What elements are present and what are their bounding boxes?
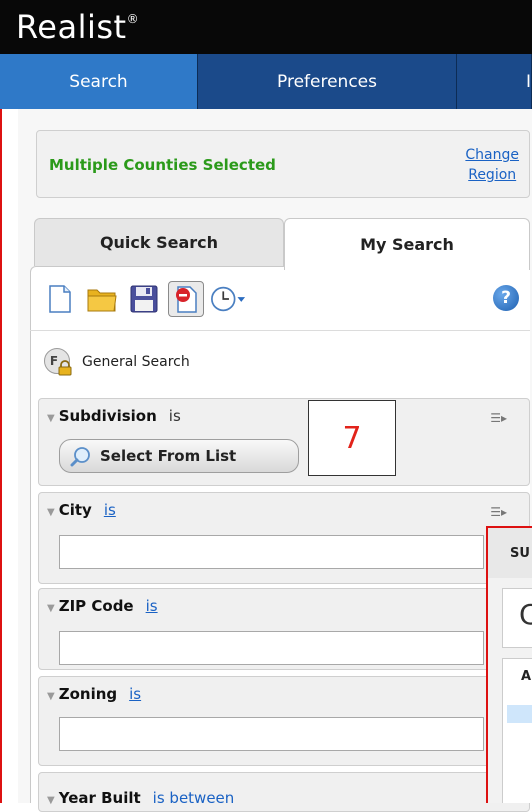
criterion-operator-link[interactable]: is xyxy=(104,501,116,519)
registered-mark: ® xyxy=(126,12,140,26)
criterion-header[interactable]: ▼ Year Built is between xyxy=(47,789,234,807)
locked-field-icon: F xyxy=(42,346,76,378)
criterion-operator-link[interactable]: is xyxy=(129,685,141,703)
main-nav: Search Preferences I xyxy=(0,54,532,109)
tab-next-truncated[interactable]: I xyxy=(457,54,532,109)
criterion-header[interactable]: ▼ City is xyxy=(47,501,116,519)
toolbar-divider xyxy=(30,330,530,331)
criterion-header[interactable]: ▼ Zoning is xyxy=(47,685,141,703)
popup-list-header: A xyxy=(521,669,532,684)
criterion-operator-link[interactable]: is between xyxy=(153,789,235,807)
region-title: Multiple Counties Selected xyxy=(49,156,276,174)
criterion-operator-link[interactable]: is xyxy=(146,597,158,615)
tab-preferences[interactable]: Preferences xyxy=(198,54,457,109)
criterion-header[interactable]: ▼ ZIP Code is xyxy=(47,597,158,615)
criterion-name: Year Built xyxy=(58,789,141,807)
popup-list: A xyxy=(502,658,532,803)
city-input[interactable] xyxy=(59,535,484,569)
collapse-triangle-icon[interactable]: ▼ xyxy=(47,413,55,424)
change-region-line1: Change xyxy=(465,147,519,163)
collapse-triangle-icon[interactable]: ▼ xyxy=(47,691,55,702)
collapse-triangle-icon[interactable]: ▼ xyxy=(47,507,55,518)
region-box: Multiple Counties Selected Change Region xyxy=(36,130,530,198)
zoning-input[interactable] xyxy=(59,717,484,751)
magnifier-icon xyxy=(70,447,90,467)
criterion-name: ZIP Code xyxy=(58,597,134,615)
tab-search[interactable]: Search xyxy=(0,54,198,109)
save-icon[interactable] xyxy=(126,281,162,317)
tab-quick-search[interactable]: Quick Search xyxy=(34,218,284,266)
app-brand-name: Realist xyxy=(16,8,127,46)
history-clock-icon[interactable] xyxy=(210,281,246,317)
criterion-year-built: ▼ Year Built is between xyxy=(38,772,530,812)
criterion-name: Subdivision xyxy=(58,407,157,425)
collapse-triangle-icon[interactable]: ▼ xyxy=(47,795,55,806)
app-logo: Realist® xyxy=(16,8,139,46)
criterion-subdivision: ▼ Subdivision is ☰▸ Select From List xyxy=(38,398,530,486)
help-icon[interactable]: ? xyxy=(493,285,519,311)
criterion-zip-code: ▼ ZIP Code is xyxy=(38,588,530,670)
general-search-label: General Search xyxy=(82,354,190,370)
select-from-list-button[interactable]: Select From List xyxy=(59,439,299,473)
popup-selected-row[interactable] xyxy=(507,705,532,723)
subdivision-popup: SU C A xyxy=(486,526,532,803)
criterion-header[interactable]: ▼ Subdivision is xyxy=(47,407,181,425)
criterion-menu-icon[interactable]: ☰▸ xyxy=(490,411,507,425)
annotation-number: 7 xyxy=(308,400,396,476)
tab-my-search[interactable]: My Search xyxy=(284,218,530,270)
change-region-line2: Region xyxy=(468,167,517,183)
criterion-zoning: ▼ Zoning is xyxy=(38,676,530,766)
search-toolbar xyxy=(42,274,246,324)
zip-code-input[interactable] xyxy=(59,631,484,665)
open-folder-icon[interactable] xyxy=(84,281,120,317)
criterion-name: Zoning xyxy=(58,685,118,703)
collapse-triangle-icon[interactable]: ▼ xyxy=(47,603,55,614)
criterion-operator: is xyxy=(168,407,181,425)
general-search-row[interactable]: F General Search xyxy=(42,346,190,378)
brand-bar: Realist® xyxy=(0,0,532,54)
lock-icon xyxy=(58,360,72,376)
new-document-icon[interactable] xyxy=(42,281,78,317)
popup-big-letter: C xyxy=(519,598,532,631)
remove-icon[interactable] xyxy=(168,281,204,317)
popup-title: SU xyxy=(488,528,532,578)
criterion-name: City xyxy=(58,501,92,519)
popup-search-box[interactable]: C xyxy=(502,588,532,648)
change-region-link[interactable]: Change Region xyxy=(465,145,519,185)
criterion-city: ▼ City is ☰▸ xyxy=(38,492,530,584)
criterion-menu-icon[interactable]: ☰▸ xyxy=(490,505,507,519)
select-from-list-label: Select From List xyxy=(100,447,237,465)
